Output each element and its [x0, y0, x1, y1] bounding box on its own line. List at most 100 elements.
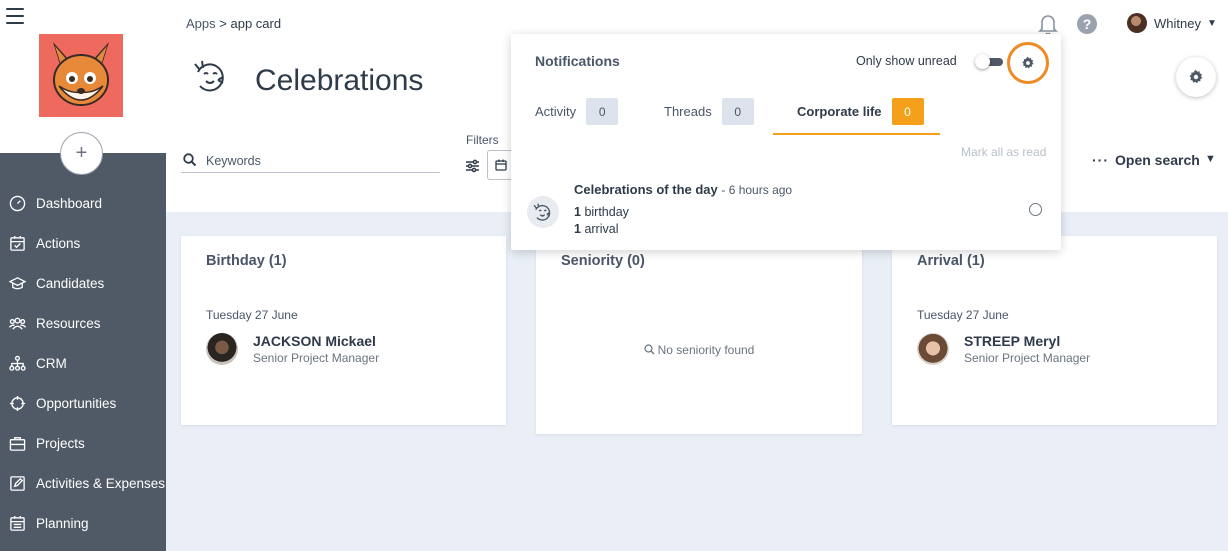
line-count: 1 — [574, 222, 581, 236]
calendar-icon — [494, 159, 507, 171]
notification-title-text: Celebrations of the day — [574, 182, 718, 197]
notification-item[interactable]: Celebrations of the day - 6 hours ago 1 … — [511, 174, 1061, 244]
person-role: Senior Project Manager — [964, 351, 1091, 365]
person-entry[interactable]: JACKSON Mickael Senior Project Manager — [206, 333, 379, 365]
tab-threads[interactable]: Threads 0 — [664, 98, 754, 125]
sidebar-header — [0, 0, 166, 153]
sidebar-item-actions[interactable]: Actions — [0, 223, 166, 263]
notification-title: Celebrations of the day - 6 hours ago — [574, 182, 792, 197]
sidebar-item-crm[interactable]: CRM — [0, 343, 166, 383]
notification-line-arrival: 1 arrival — [574, 222, 618, 236]
tab-corporate-life[interactable]: Corporate life 0 — [797, 98, 924, 125]
date-filter-button[interactable] — [487, 150, 513, 180]
active-tab-indicator — [773, 133, 940, 135]
org-chart-icon — [4, 355, 30, 372]
crosshair-icon — [4, 395, 30, 412]
gauge-icon — [4, 195, 30, 212]
card-title: Birthday (1) — [206, 253, 287, 269]
tab-label: Corporate life — [797, 104, 882, 119]
bell-icon[interactable] — [1038, 13, 1058, 35]
sidebar-item-label: Opportunities — [36, 395, 117, 411]
celebration-face-icon — [192, 58, 230, 94]
avatar — [1127, 13, 1147, 33]
filter-sliders-icon[interactable] — [465, 159, 480, 173]
sidebar: + Dashboard Actions Candidates Resources… — [0, 0, 166, 551]
open-search-label: Open search — [1115, 152, 1200, 168]
edit-icon — [4, 475, 30, 492]
line-text: arrival — [584, 222, 619, 236]
graduation-cap-icon — [4, 275, 30, 292]
sidebar-item-opportunities[interactable]: Opportunities — [0, 383, 166, 423]
empty-state: No seniority found — [536, 343, 862, 357]
gear-icon — [1022, 56, 1034, 69]
users-icon — [4, 315, 30, 332]
card-title: Seniority (0) — [561, 253, 645, 269]
more-dots-icon: ··· — [1092, 152, 1109, 168]
person-name: JACKSON Mickael — [253, 333, 376, 349]
search-input[interactable] — [181, 150, 440, 173]
celebration-face-icon — [527, 196, 559, 228]
sidebar-item-dashboard[interactable]: Dashboard — [0, 183, 166, 223]
sidebar-item-label: Activities & Expenses — [36, 475, 166, 491]
search-icon — [644, 344, 655, 355]
add-button[interactable]: + — [60, 132, 103, 175]
tab-count-badge: 0 — [586, 98, 619, 125]
line-text: birthday — [584, 205, 629, 219]
tab-count-badge: 0 — [891, 98, 924, 125]
user-menu[interactable]: Whitney ▼ — [1127, 13, 1217, 33]
only-unread-toggle[interactable] — [975, 54, 1005, 69]
sidebar-item-candidates[interactable]: Candidates — [0, 263, 166, 303]
company-logo[interactable] — [39, 34, 123, 117]
filters-label: Filters — [466, 133, 499, 147]
avatar — [917, 333, 949, 365]
sidebar-item-projects[interactable]: Projects — [0, 423, 166, 463]
menu-icon[interactable] — [6, 8, 24, 24]
breadcrumb-separator: > — [219, 16, 227, 31]
person-role: Senior Project Manager — [253, 351, 380, 365]
sidebar-item-label: Dashboard — [36, 195, 103, 211]
calendar-icon — [4, 515, 30, 532]
tab-label: Activity — [535, 104, 577, 119]
tab-activity[interactable]: Activity 0 — [535, 98, 619, 125]
breadcrumb: Apps > app card — [186, 16, 281, 31]
mark-read-radio[interactable] — [1029, 203, 1042, 216]
sidebar-item-resources[interactable]: Resources — [0, 303, 166, 343]
caret-down-icon: ▼ — [1206, 17, 1217, 29]
sidebar-nav: Dashboard Actions Candidates Resources C… — [0, 183, 166, 543]
sidebar-item-planning[interactable]: Planning — [0, 503, 166, 543]
avatar — [206, 333, 238, 365]
calendar-check-icon — [4, 235, 30, 252]
person-entry[interactable]: STREEP Meryl Senior Project Manager — [917, 333, 1090, 365]
notification-line-birthday: 1 birthday — [574, 205, 629, 219]
only-unread-label: Only show unread — [856, 54, 957, 68]
notifications-title: Notifications — [535, 53, 620, 69]
notifications-panel: Notifications Only show unread Activity … — [511, 34, 1061, 250]
open-search-button[interactable]: ··· Open search — [1092, 152, 1200, 168]
briefcase-icon — [4, 435, 30, 452]
caret-down-icon[interactable]: ▼ — [1205, 153, 1216, 165]
sidebar-item-label: Candidates — [36, 275, 105, 291]
notification-settings-button[interactable] — [1007, 42, 1049, 84]
page-settings-button[interactable] — [1176, 57, 1216, 97]
sidebar-item-label: Resources — [36, 315, 101, 331]
sidebar-item-activities-expenses[interactable]: Activities & Expenses — [0, 463, 166, 503]
tab-label: Threads — [664, 104, 712, 119]
birthday-card: Birthday (1) Tuesday 27 June JACKSON Mic… — [181, 236, 506, 425]
notification-time: - 6 hours ago — [721, 183, 793, 197]
sidebar-item-label: Actions — [36, 235, 81, 251]
user-name: Whitney — [1154, 15, 1201, 31]
sidebar-item-label: Projects — [36, 435, 85, 451]
card-title: Arrival (1) — [917, 253, 985, 269]
sidebar-item-label: CRM — [36, 355, 67, 371]
sidebar-item-label: Planning — [36, 515, 89, 531]
empty-state-text: No seniority found — [657, 343, 755, 357]
page-title: Celebrations — [255, 64, 424, 97]
help-icon[interactable]: ? — [1077, 14, 1097, 34]
breadcrumb-current: app card — [230, 16, 282, 31]
mark-all-read-link[interactable]: Mark all as read — [961, 145, 1046, 159]
gear-icon — [1189, 70, 1203, 84]
breadcrumb-apps-link[interactable]: Apps — [186, 16, 216, 31]
card-date: Tuesday 27 June — [917, 308, 1009, 322]
card-date: Tuesday 27 June — [206, 308, 298, 322]
tab-count-badge: 0 — [721, 98, 754, 125]
